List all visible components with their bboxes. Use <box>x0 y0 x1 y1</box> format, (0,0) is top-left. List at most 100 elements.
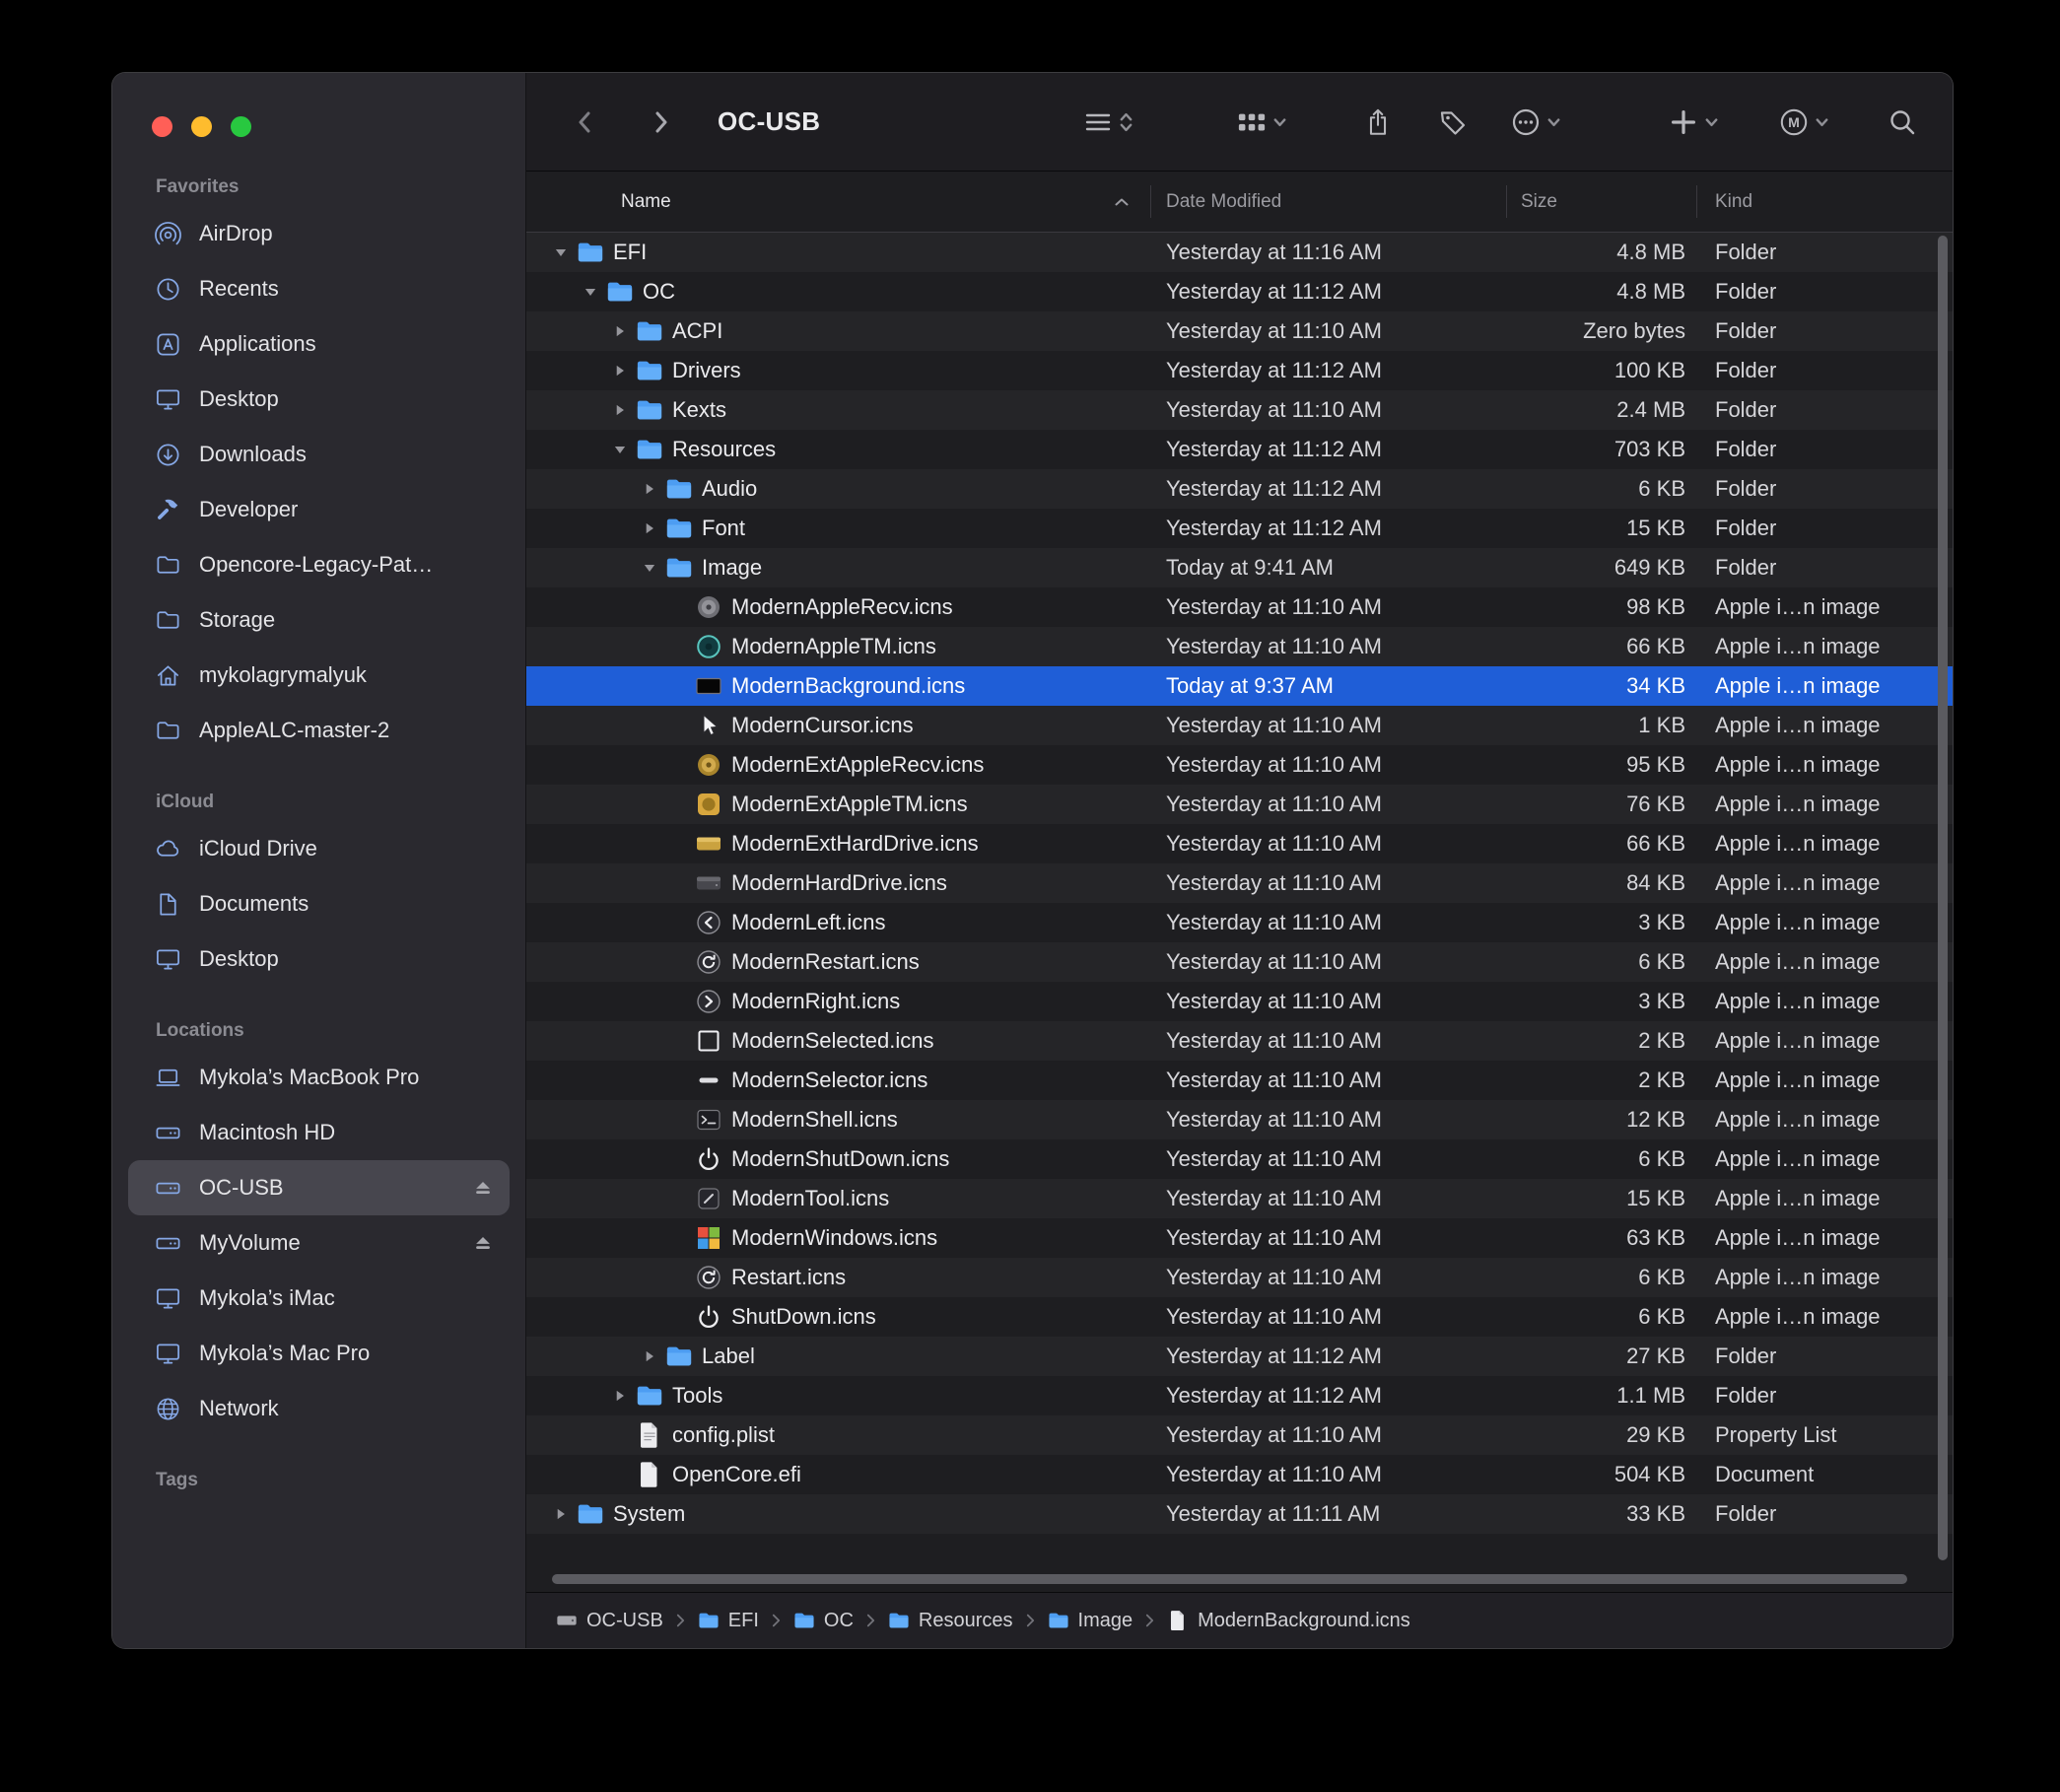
sidebar-item-applealc-master-2[interactable]: AppleALC-master-2 <box>128 703 510 758</box>
file-row[interactable]: AudioYesterday at 11:12 AM6 KBFolder <box>526 469 1953 509</box>
forward-button[interactable] <box>647 107 676 137</box>
path-segment-resources[interactable]: Resources <box>888 1610 1013 1632</box>
sidebar-item-downloads[interactable]: Downloads <box>128 427 510 482</box>
disclosure-closed-icon[interactable] <box>605 364 635 378</box>
zoom-button[interactable] <box>231 116 251 137</box>
file-row[interactable]: ImageToday at 9:41 AM649 KBFolder <box>526 548 1953 587</box>
file-row[interactable]: OCYesterday at 11:12 AM4.8 MBFolder <box>526 272 1953 311</box>
path-segment-label: EFI <box>728 1610 759 1632</box>
file-row[interactable]: FontYesterday at 11:12 AM15 KBFolder <box>526 509 1953 548</box>
file-size: 6 KB <box>1507 476 1697 502</box>
file-row[interactable]: ModernExtAppleRecv.icnsYesterday at 11:1… <box>526 745 1953 785</box>
sidebar-item-mykola-s-macbook-pro[interactable]: Mykola’s MacBook Pro <box>128 1050 510 1105</box>
sidebar-item-documents[interactable]: Documents <box>128 876 510 931</box>
sidebar-item-mykolagrymalyuk[interactable]: mykolagrymalyuk <box>128 648 510 703</box>
file-row[interactable]: ModernShutDown.icnsYesterday at 11:10 AM… <box>526 1139 1953 1179</box>
file-row[interactable]: ToolsYesterday at 11:12 AM1.1 MBFolder <box>526 1376 1953 1415</box>
group-by-control[interactable] <box>1237 107 1288 137</box>
column-header-date-modified[interactable]: Date Modified <box>1151 172 1507 232</box>
path-segment-label: OC-USB <box>586 1610 663 1632</box>
file-row[interactable]: ModernAppleTM.icnsYesterday at 11:10 AM6… <box>526 627 1953 666</box>
sidebar-item-applications[interactable]: Applications <box>128 316 510 372</box>
sidebar-item-icloud-drive[interactable]: iCloud Drive <box>128 821 510 876</box>
sidebar-item-storage[interactable]: Storage <box>128 592 510 648</box>
account-menu-button[interactable]: M <box>1779 107 1830 137</box>
disclosure-closed-icon[interactable] <box>635 482 664 496</box>
file-row[interactable]: ModernLeft.icnsYesterday at 11:10 AM3 KB… <box>526 903 1953 942</box>
file-date-modified: Yesterday at 11:10 AM <box>1151 594 1507 620</box>
file-row[interactable]: ModernCursor.icnsYesterday at 11:10 AM1 … <box>526 706 1953 745</box>
file-row[interactable]: SystemYesterday at 11:11 AM33 KBFolder <box>526 1494 1953 1534</box>
file-row[interactable]: ModernRestart.icnsYesterday at 11:10 AM6… <box>526 942 1953 982</box>
share-button[interactable] <box>1363 107 1393 137</box>
sidebar-item-recents[interactable]: Recents <box>128 261 510 316</box>
file-row[interactable]: EFIYesterday at 11:16 AM4.8 MBFolder <box>526 233 1953 272</box>
sidebar-item-oc-usb[interactable]: OC-USB <box>128 1160 510 1215</box>
file-row[interactable]: ModernShell.icnsYesterday at 11:10 AM12 … <box>526 1100 1953 1139</box>
sidebar-item-desktop[interactable]: Desktop <box>128 931 510 987</box>
column-header-name[interactable]: Name <box>526 172 1151 232</box>
file-row[interactable]: KextsYesterday at 11:10 AM2.4 MBFolder <box>526 390 1953 430</box>
file-row[interactable]: Restart.icnsYesterday at 11:10 AM6 KBApp… <box>526 1258 1953 1297</box>
sidebar-item-myvolume[interactable]: MyVolume <box>128 1215 510 1271</box>
file-row[interactable]: ModernExtHardDrive.icnsYesterday at 11:1… <box>526 824 1953 863</box>
disclosure-closed-icon[interactable] <box>605 324 635 338</box>
path-segment-efi[interactable]: EFI <box>698 1610 759 1632</box>
file-row[interactable]: ModernWindows.icnsYesterday at 11:10 AM6… <box>526 1218 1953 1258</box>
file-row[interactable]: ACPIYesterday at 11:10 AMZero bytesFolde… <box>526 311 1953 351</box>
file-row[interactable]: ModernExtAppleTM.icnsYesterday at 11:10 … <box>526 785 1953 824</box>
file-row[interactable]: config.plistYesterday at 11:10 AM29 KBPr… <box>526 1415 1953 1455</box>
tags-button[interactable] <box>1438 107 1468 137</box>
column-header-kind[interactable]: Kind <box>1697 172 1953 232</box>
path-segment-modernbackground-icns[interactable]: ModernBackground.icns <box>1167 1610 1410 1632</box>
disclosure-closed-icon[interactable] <box>605 1389 635 1403</box>
disclosure-closed-icon[interactable] <box>546 1507 576 1521</box>
vertical-scrollbar[interactable] <box>1938 236 1948 1560</box>
file-row[interactable]: ModernSelector.icnsYesterday at 11:10 AM… <box>526 1061 1953 1100</box>
file-row[interactable]: OpenCore.efiYesterday at 11:10 AM504 KBD… <box>526 1455 1953 1494</box>
file-row[interactable]: ModernSelected.icnsYesterday at 11:10 AM… <box>526 1021 1953 1061</box>
minimize-button[interactable] <box>191 116 212 137</box>
column-header-size[interactable]: Size <box>1507 172 1697 232</box>
file-row[interactable]: DriversYesterday at 11:12 AM100 KBFolder <box>526 351 1953 390</box>
close-button[interactable] <box>152 116 172 137</box>
add-button[interactable] <box>1669 107 1720 137</box>
file-kind: Folder <box>1697 1501 1953 1527</box>
view-options-control[interactable] <box>1083 107 1134 137</box>
sidebar-item-developer[interactable]: Developer <box>128 482 510 537</box>
file-row[interactable]: ModernRight.icnsYesterday at 11:10 AM3 K… <box>526 982 1953 1021</box>
path-segment-image[interactable]: Image <box>1048 1610 1133 1632</box>
path-segment-oc-usb[interactable]: OC-USB <box>556 1610 663 1632</box>
disclosure-open-icon[interactable] <box>546 245 576 259</box>
back-button[interactable] <box>570 107 599 137</box>
sidebar-item-airdrop[interactable]: AirDrop <box>128 206 510 261</box>
sidebar-item-desktop[interactable]: Desktop <box>128 372 510 427</box>
path-segment-oc[interactable]: OC <box>793 1610 854 1632</box>
sidebar-item-network[interactable]: Network <box>128 1381 510 1436</box>
file-kind: Apple i…n image <box>1697 1186 1953 1211</box>
file-name: Restart.icns <box>731 1265 846 1290</box>
sidebar-item-mykola-s-imac[interactable]: Mykola’s iMac <box>128 1271 510 1326</box>
sidebar-item-macintosh-hd[interactable]: Macintosh HD <box>128 1105 510 1160</box>
disclosure-closed-icon[interactable] <box>605 403 635 417</box>
sidebar-item-opencore-legacy-pat[interactable]: Opencore-Legacy-Pat… <box>128 537 510 592</box>
disclosure-open-icon[interactable] <box>576 285 605 299</box>
more-actions-button[interactable] <box>1511 107 1562 137</box>
eject-icon[interactable] <box>472 1177 494 1199</box>
file-row[interactable]: LabelYesterday at 11:12 AM27 KBFolder <box>526 1337 1953 1376</box>
sidebar-item-mykola-s-mac-pro[interactable]: Mykola’s Mac Pro <box>128 1326 510 1381</box>
file-row[interactable]: ShutDown.icnsYesterday at 11:10 AM6 KBAp… <box>526 1297 1953 1337</box>
file-row[interactable]: ModernAppleRecv.icnsYesterday at 11:10 A… <box>526 587 1953 627</box>
file-row[interactable]: ModernBackground.icnsToday at 9:37 AM34 … <box>526 666 1953 706</box>
horizontal-scrollbar[interactable] <box>552 1574 1907 1584</box>
file-row[interactable]: ModernHardDrive.icnsYesterday at 11:10 A… <box>526 863 1953 903</box>
file-kind: Apple i…n image <box>1697 870 1953 896</box>
file-row[interactable]: ModernTool.icnsYesterday at 11:10 AM15 K… <box>526 1179 1953 1218</box>
disclosure-open-icon[interactable] <box>635 561 664 575</box>
disclosure-open-icon[interactable] <box>605 443 635 456</box>
eject-icon[interactable] <box>472 1232 494 1254</box>
disclosure-closed-icon[interactable] <box>635 1349 664 1363</box>
disclosure-closed-icon[interactable] <box>635 521 664 535</box>
file-row[interactable]: ResourcesYesterday at 11:12 AM703 KBFold… <box>526 430 1953 469</box>
search-button[interactable] <box>1888 107 1917 137</box>
